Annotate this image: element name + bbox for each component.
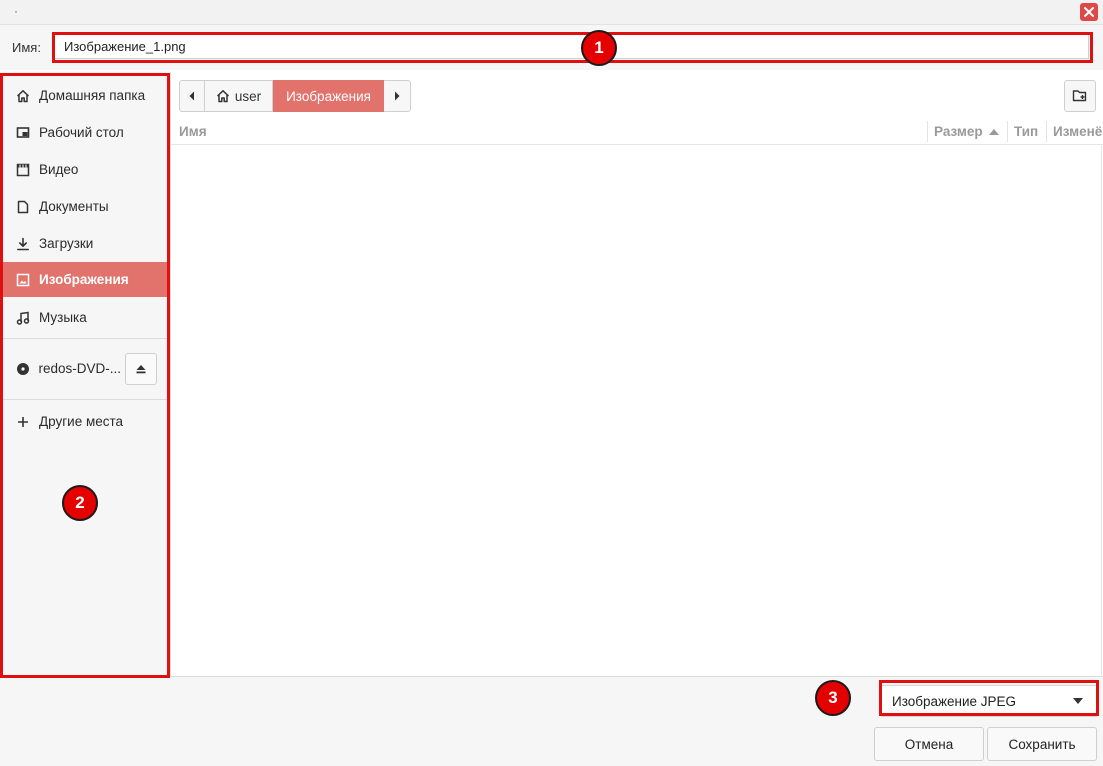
file-type-filter-value: Изображение JPEG <box>892 693 1017 709</box>
path-scroll-right-button[interactable] <box>384 80 411 112</box>
filename-input[interactable] <box>53 33 1089 59</box>
sidebar-separator <box>3 338 168 339</box>
path-segment-label: user <box>234 88 262 104</box>
dialog-footer: Изображение JPEG Отмена Сохранить <box>0 676 1103 766</box>
document-icon <box>15 199 31 215</box>
chevron-right-icon <box>395 91 400 101</box>
file-table-header: Имя Размер Тип Изменён <box>171 119 1103 145</box>
annotation-badge-2: 2 <box>62 485 98 521</box>
column-header-name[interactable]: Имя <box>179 119 319 144</box>
video-icon <box>15 162 31 178</box>
sidebar-item-dvd[interactable]: redos-DVD-... <box>3 351 121 386</box>
path-bar: user Изображения <box>179 80 411 112</box>
sidebar-item-music[interactable]: Музыка <box>3 300 168 335</box>
sidebar-item-label: Документы <box>39 199 109 214</box>
annotation-badge-3: 3 <box>815 680 851 716</box>
sidebar-item-label: Музыка <box>39 310 87 325</box>
home-icon <box>15 88 31 104</box>
dialog-titlebar: · <box>0 0 1103 25</box>
save-button[interactable]: Сохранить <box>987 727 1097 761</box>
disc-icon <box>15 361 30 377</box>
filename-row: Имя: <box>0 25 1103 70</box>
path-segment-user[interactable]: user <box>205 80 273 112</box>
sidebar-item-home[interactable]: Домашняя папка <box>3 78 168 113</box>
sidebar-item-label: Изображения <box>39 272 129 287</box>
desktop-icon <box>15 125 31 141</box>
annotation-badge-1: 1 <box>581 30 617 66</box>
sidebar-item-video[interactable]: Видео <box>3 152 168 187</box>
path-segment-images[interactable]: Изображения <box>273 80 384 112</box>
column-divider <box>1007 121 1008 142</box>
chevron-left-icon <box>189 91 194 101</box>
file-type-filter[interactable]: Изображение JPEG <box>881 685 1097 717</box>
sidebar-item-label: Домашняя папка <box>39 88 146 103</box>
column-header-size[interactable]: Размер <box>934 119 992 144</box>
download-icon <box>15 236 31 252</box>
file-list[interactable] <box>171 145 1102 675</box>
sidebar-item-images[interactable]: Изображения <box>3 262 168 297</box>
close-icon <box>1084 7 1094 17</box>
home-icon <box>216 90 229 103</box>
column-divider <box>1046 121 1047 142</box>
plus-icon <box>15 414 31 430</box>
column-header-type[interactable]: Тип <box>1014 119 1042 144</box>
sidebar-separator <box>3 399 168 400</box>
new-folder-button[interactable] <box>1064 80 1096 112</box>
sidebar-item-documents[interactable]: Документы <box>3 189 168 224</box>
places-sidebar: Домашняя папка Рабочий стол Видео Докуме… <box>0 72 171 676</box>
path-scroll-left-button[interactable] <box>179 80 205 112</box>
path-segment-label: Изображения <box>286 88 371 104</box>
sidebar-item-label: Загрузки <box>39 236 94 251</box>
chevron-down-icon <box>1073 698 1083 704</box>
sidebar-item-label: Рабочий стол <box>39 125 124 140</box>
file-browser: user Изображения Имя Размер Тип Изменён <box>171 72 1103 676</box>
image-icon <box>15 272 31 288</box>
filename-label: Имя: <box>12 40 41 55</box>
eject-button[interactable] <box>125 353 157 385</box>
music-icon <box>15 310 31 326</box>
sidebar-item-label: redos-DVD-... <box>38 361 121 376</box>
sidebar-item-label: Другие места <box>39 414 124 429</box>
cancel-button[interactable]: Отмена <box>874 727 984 761</box>
close-button[interactable] <box>1080 3 1098 21</box>
sidebar-item-desktop[interactable]: Рабочий стол <box>3 115 168 150</box>
sidebar-item-other-locations[interactable]: Другие места <box>3 404 168 439</box>
column-header-modified[interactable]: Изменён <box>1053 119 1103 144</box>
sidebar-item-downloads[interactable]: Загрузки <box>3 226 168 261</box>
sort-ascending-icon <box>989 129 999 135</box>
new-folder-icon <box>1072 90 1087 102</box>
eject-icon <box>136 365 146 374</box>
column-divider <box>927 121 928 142</box>
sidebar-item-label: Видео <box>39 162 79 177</box>
title-mark: · <box>14 4 18 18</box>
